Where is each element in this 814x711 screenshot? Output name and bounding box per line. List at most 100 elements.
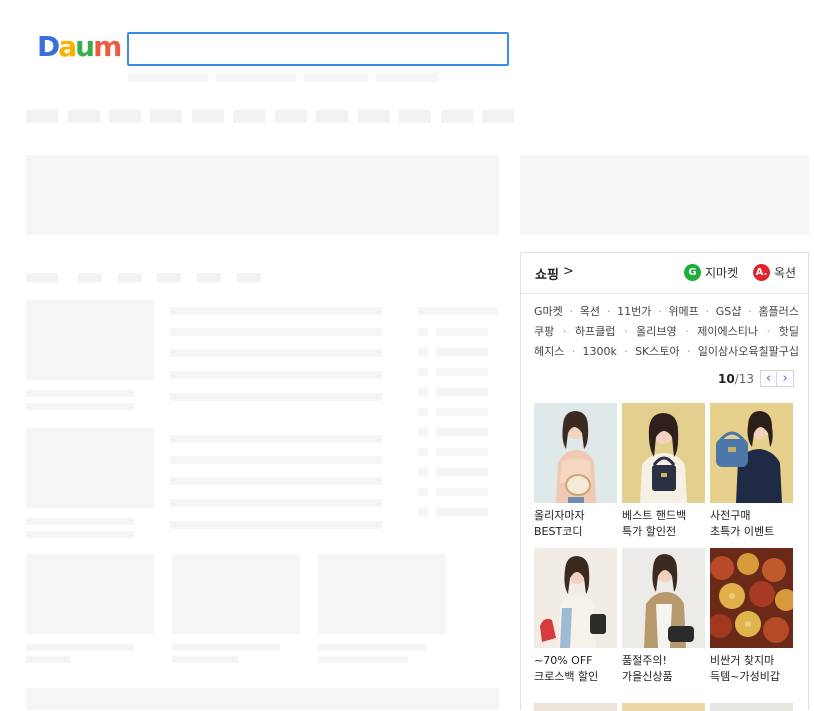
rank-line-skeleton (436, 388, 488, 396)
news-thumb-skeleton (26, 300, 154, 380)
search-input[interactable] (127, 32, 509, 66)
shop-link[interactable]: 쿠팡 (534, 322, 554, 342)
rank-line-skeleton (436, 368, 488, 376)
nav-skeleton (150, 110, 182, 123)
main-banner-skeleton (26, 155, 499, 235)
shop-link[interactable]: 헤지스 (534, 342, 564, 362)
product-caption[interactable]: 베스트 핸드백 특가 할인전 (622, 508, 705, 540)
shop-link[interactable]: 올리브영 (636, 322, 676, 342)
rank-line-skeleton (436, 508, 488, 516)
rank-num-skeleton (418, 428, 428, 436)
news-caption-skeleton (26, 518, 134, 525)
chevron-right-icon[interactable]: > (563, 264, 574, 279)
rank-num-skeleton (418, 468, 428, 476)
news-thumb-skeleton (26, 428, 154, 508)
nav-skeleton (192, 110, 224, 123)
card-thumb-skeleton (172, 554, 300, 634)
shop-link[interactable]: 핫딜 (779, 322, 799, 342)
rank-line-skeleton (436, 348, 488, 356)
shopping-title[interactable]: 쇼핑 (535, 264, 559, 283)
tab-skeleton (78, 273, 102, 282)
shop-link[interactable]: G마켓 (534, 302, 563, 322)
logo-letter-m: m (93, 30, 122, 63)
shop-link[interactable]: GS샵 (716, 302, 742, 322)
logo-letter-a: a (58, 30, 77, 63)
shopping-item[interactable]: 베스트 핸드백 특가 할인전 (622, 403, 705, 540)
news-line-skeleton (170, 435, 382, 443)
shop-link[interactable]: 하프클럽 (575, 322, 615, 342)
shopping-item[interactable]: 품절주의! 가을신상품 (622, 548, 705, 685)
product-image[interactable] (534, 548, 617, 648)
shopping-link-list: G마켓 · 옥션 · 11번가 · 위메프 · GS샵 · 홈플러스 쿠팡 · 하프클럽 · … (534, 302, 799, 362)
rank-num-skeleton (418, 508, 428, 516)
rank-num-skeleton (418, 488, 428, 496)
pager-total: /13 (734, 371, 754, 386)
auction-link[interactable]: A. 옥션 (753, 264, 796, 281)
shopping-header: 쇼핑 > G 지마켓 A. 옥션 (521, 253, 808, 294)
nav-skeleton (233, 110, 265, 123)
shopping-item[interactable]: 비싼거 찾지마 득템~가성비갑 (710, 548, 793, 685)
gmarket-link[interactable]: G 지마켓 (684, 264, 738, 281)
rank-num-skeleton (418, 328, 428, 336)
nav-skeleton (275, 110, 307, 123)
logo-letter-d: D (37, 30, 60, 63)
product-image[interactable] (710, 548, 793, 648)
nav-skeleton (358, 110, 390, 123)
shopping-panel: 쇼핑 > G 지마켓 A. 옥션 G마켓 · 옥션 · 11번가 · 위메프 · GS샵… (520, 252, 809, 711)
skeleton-bar (128, 73, 208, 82)
news-line-skeleton (170, 349, 382, 357)
shopping-item[interactable]: 올리자마자 BEST코디 (534, 403, 617, 540)
gmarket-icon: G (684, 264, 701, 281)
prev-page-button[interactable]: ‹ (760, 370, 777, 387)
news-line-skeleton (170, 328, 382, 336)
nav-skeleton (441, 110, 473, 123)
card-caption-skeleton (318, 656, 408, 663)
news-line-skeleton (170, 307, 382, 315)
logo-letter-u: u (75, 30, 95, 63)
product-image[interactable] (622, 403, 705, 503)
side-banner-skeleton (520, 155, 809, 235)
nav-skeleton (26, 110, 58, 123)
daum-logo[interactable]: D a u m (37, 30, 122, 66)
product-caption[interactable]: ~70% OFF 크로스백 할인 (534, 653, 617, 685)
news-line-skeleton (170, 371, 382, 379)
link-row: 헤지스 · 1300k · SK스토아 · 일이삼사오육칠팔구십 (534, 342, 799, 362)
shopping-item[interactable]: 사전구매 초특가 이벤트 (710, 403, 793, 540)
shop-link[interactable]: 홈플러스 (758, 302, 798, 322)
news-line-skeleton (170, 456, 382, 464)
card-caption-skeleton (172, 656, 238, 663)
nav-skeleton (316, 110, 348, 123)
product-image[interactable] (534, 403, 617, 503)
pager-current: 10 (717, 371, 735, 386)
product-image[interactable] (710, 403, 793, 503)
next-page-button[interactable]: › (777, 370, 794, 387)
rank-line-skeleton (436, 468, 488, 476)
product-caption[interactable]: 사전구매 초특가 이벤트 (710, 508, 793, 540)
news-caption-skeleton (26, 531, 134, 538)
shop-link[interactable]: 11번가 (617, 302, 651, 322)
news-caption-skeleton (26, 390, 134, 397)
nav-skeleton (109, 110, 141, 123)
shop-link[interactable]: 위메프 (668, 302, 698, 322)
product-caption[interactable]: 비싼거 찾지마 득템~가성비갑 (710, 653, 793, 685)
rank-line-skeleton (436, 408, 488, 416)
rank-line-skeleton (436, 448, 488, 456)
card-caption-skeleton (318, 644, 426, 651)
shop-link[interactable]: 일이삼사오육칠팔구십 (698, 342, 799, 362)
shopping-item-grid: 올리자마자 BEST코디 베스트 핸드백 특가 할인전 사전구매 초특가 이벤트… (534, 403, 799, 685)
shop-link[interactable]: SK스토아 (635, 342, 680, 362)
shopping-item[interactable]: ~70% OFF 크로스백 할인 (534, 548, 617, 685)
product-caption[interactable]: 올리자마자 BEST코디 (534, 508, 617, 540)
product-caption[interactable]: 품절주의! 가을신상품 (622, 653, 705, 685)
product-image[interactable] (622, 548, 705, 648)
shop-link[interactable]: 1300k (583, 342, 617, 362)
tab-skeleton (197, 273, 221, 282)
shop-link[interactable]: 옥션 (580, 302, 600, 322)
tab-skeleton (118, 273, 142, 282)
rank-num-skeleton (418, 448, 428, 456)
shop-link[interactable]: 제이에스티나 (697, 322, 758, 342)
rank-num-skeleton (418, 348, 428, 356)
news-line-skeleton (170, 477, 382, 485)
news-line-skeleton (170, 393, 382, 401)
rank-line-skeleton (436, 328, 488, 336)
